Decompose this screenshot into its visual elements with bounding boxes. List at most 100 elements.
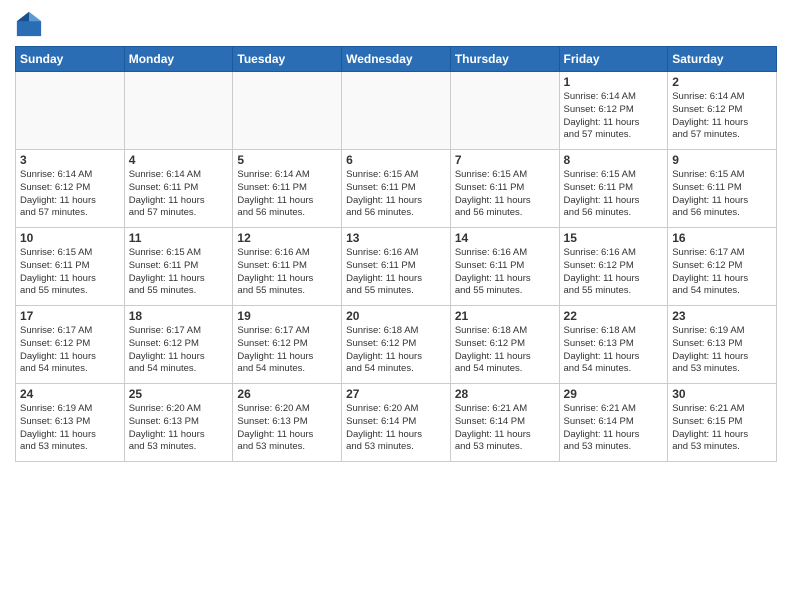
- calendar-cell: 24 Sunrise: 6:19 AM Sunset: 6:13 PM Dayli…: [16, 384, 125, 462]
- logo: [15, 10, 47, 38]
- calendar-cell: 30 Sunrise: 6:21 AM Sunset: 6:15 PM Dayli…: [668, 384, 777, 462]
- day-number: 18: [129, 309, 229, 323]
- day-info: Sunrise: 6:15 AM Sunset: 6:11 PM Dayligh…: [346, 169, 446, 220]
- day-number: 21: [455, 309, 555, 323]
- calendar-cell: 15 Sunrise: 6:16 AM Sunset: 6:12 PM Dayli…: [559, 228, 668, 306]
- calendar-cell: [450, 72, 559, 150]
- day-info: Sunrise: 6:14 AM Sunset: 6:12 PM Dayligh…: [672, 91, 772, 142]
- calendar-cell: 4 Sunrise: 6:14 AM Sunset: 6:11 PM Daylig…: [124, 150, 233, 228]
- calendar-cell: 13 Sunrise: 6:16 AM Sunset: 6:11 PM Dayli…: [342, 228, 451, 306]
- day-number: 2: [672, 75, 772, 89]
- logo-icon: [15, 10, 43, 38]
- calendar-cell: 10 Sunrise: 6:15 AM Sunset: 6:11 PM Dayli…: [16, 228, 125, 306]
- calendar-cell: [233, 72, 342, 150]
- col-header-sunday: Sunday: [16, 47, 125, 72]
- day-info: Sunrise: 6:15 AM Sunset: 6:11 PM Dayligh…: [455, 169, 555, 220]
- day-number: 17: [20, 309, 120, 323]
- col-header-wednesday: Wednesday: [342, 47, 451, 72]
- col-header-saturday: Saturday: [668, 47, 777, 72]
- day-number: 24: [20, 387, 120, 401]
- day-number: 12: [237, 231, 337, 245]
- day-info: Sunrise: 6:14 AM Sunset: 6:11 PM Dayligh…: [237, 169, 337, 220]
- day-number: 11: [129, 231, 229, 245]
- day-info: Sunrise: 6:20 AM Sunset: 6:14 PM Dayligh…: [346, 403, 446, 454]
- col-header-friday: Friday: [559, 47, 668, 72]
- day-number: 9: [672, 153, 772, 167]
- day-number: 27: [346, 387, 446, 401]
- calendar-cell: 6 Sunrise: 6:15 AM Sunset: 6:11 PM Daylig…: [342, 150, 451, 228]
- calendar-cell: 20 Sunrise: 6:18 AM Sunset: 6:12 PM Dayli…: [342, 306, 451, 384]
- day-info: Sunrise: 6:18 AM Sunset: 6:12 PM Dayligh…: [455, 325, 555, 376]
- calendar-cell: [124, 72, 233, 150]
- day-number: 19: [237, 309, 337, 323]
- day-number: 22: [564, 309, 664, 323]
- day-info: Sunrise: 6:17 AM Sunset: 6:12 PM Dayligh…: [20, 325, 120, 376]
- day-info: Sunrise: 6:17 AM Sunset: 6:12 PM Dayligh…: [129, 325, 229, 376]
- calendar-cell: 25 Sunrise: 6:20 AM Sunset: 6:13 PM Dayli…: [124, 384, 233, 462]
- day-info: Sunrise: 6:14 AM Sunset: 6:12 PM Dayligh…: [564, 91, 664, 142]
- calendar-cell: 16 Sunrise: 6:17 AM Sunset: 6:12 PM Dayli…: [668, 228, 777, 306]
- day-info: Sunrise: 6:15 AM Sunset: 6:11 PM Dayligh…: [564, 169, 664, 220]
- day-number: 6: [346, 153, 446, 167]
- day-info: Sunrise: 6:18 AM Sunset: 6:13 PM Dayligh…: [564, 325, 664, 376]
- col-header-thursday: Thursday: [450, 47, 559, 72]
- calendar: SundayMondayTuesdayWednesdayThursdayFrid…: [15, 46, 777, 462]
- day-number: 10: [20, 231, 120, 245]
- day-info: Sunrise: 6:19 AM Sunset: 6:13 PM Dayligh…: [20, 403, 120, 454]
- day-number: 4: [129, 153, 229, 167]
- day-info: Sunrise: 6:16 AM Sunset: 6:11 PM Dayligh…: [346, 247, 446, 298]
- calendar-cell: 7Sunrise: 6:15 AM Sunset: 6:11 PM Daylig…: [450, 150, 559, 228]
- day-info: Sunrise: 6:21 AM Sunset: 6:14 PM Dayligh…: [564, 403, 664, 454]
- day-info: Sunrise: 6:14 AM Sunset: 6:11 PM Dayligh…: [129, 169, 229, 220]
- calendar-cell: 5 Sunrise: 6:14 AM Sunset: 6:11 PM Daylig…: [233, 150, 342, 228]
- calendar-cell: 18 Sunrise: 6:17 AM Sunset: 6:12 PM Dayli…: [124, 306, 233, 384]
- calendar-cell: 23 Sunrise: 6:19 AM Sunset: 6:13 PM Dayli…: [668, 306, 777, 384]
- day-info: Sunrise: 6:15 AM Sunset: 6:11 PM Dayligh…: [672, 169, 772, 220]
- day-number: 30: [672, 387, 772, 401]
- day-number: 16: [672, 231, 772, 245]
- day-info: Sunrise: 6:16 AM Sunset: 6:11 PM Dayligh…: [237, 247, 337, 298]
- calendar-week-3: 17 Sunrise: 6:17 AM Sunset: 6:12 PM Dayli…: [16, 306, 777, 384]
- day-info: Sunrise: 6:15 AM Sunset: 6:11 PM Dayligh…: [20, 247, 120, 298]
- day-number: 13: [346, 231, 446, 245]
- day-number: 15: [564, 231, 664, 245]
- day-number: 5: [237, 153, 337, 167]
- day-number: 14: [455, 231, 555, 245]
- calendar-cell: 19Sunrise: 6:17 AM Sunset: 6:12 PM Dayli…: [233, 306, 342, 384]
- day-number: 26: [237, 387, 337, 401]
- calendar-cell: 3Sunrise: 6:14 AM Sunset: 6:12 PM Daylig…: [16, 150, 125, 228]
- calendar-cell: 14 Sunrise: 6:16 AM Sunset: 6:11 PM Dayli…: [450, 228, 559, 306]
- day-info: Sunrise: 6:20 AM Sunset: 6:13 PM Dayligh…: [237, 403, 337, 454]
- day-info: Sunrise: 6:21 AM Sunset: 6:15 PM Dayligh…: [672, 403, 772, 454]
- calendar-cell: 26 Sunrise: 6:20 AM Sunset: 6:13 PM Dayli…: [233, 384, 342, 462]
- calendar-cell: 29 Sunrise: 6:21 AM Sunset: 6:14 PM Dayli…: [559, 384, 668, 462]
- calendar-cell: 12 Sunrise: 6:16 AM Sunset: 6:11 PM Dayli…: [233, 228, 342, 306]
- calendar-week-0: 1 Sunrise: 6:14 AM Sunset: 6:12 PM Daylig…: [16, 72, 777, 150]
- day-info: Sunrise: 6:16 AM Sunset: 6:11 PM Dayligh…: [455, 247, 555, 298]
- day-info: Sunrise: 6:20 AM Sunset: 6:13 PM Dayligh…: [129, 403, 229, 454]
- calendar-week-4: 24 Sunrise: 6:19 AM Sunset: 6:13 PM Dayli…: [16, 384, 777, 462]
- calendar-cell: 21 Sunrise: 6:18 AM Sunset: 6:12 PM Dayli…: [450, 306, 559, 384]
- calendar-cell: [342, 72, 451, 150]
- page: SundayMondayTuesdayWednesdayThursdayFrid…: [0, 0, 792, 612]
- calendar-week-2: 10 Sunrise: 6:15 AM Sunset: 6:11 PM Dayli…: [16, 228, 777, 306]
- day-number: 20: [346, 309, 446, 323]
- day-info: Sunrise: 6:16 AM Sunset: 6:12 PM Dayligh…: [564, 247, 664, 298]
- col-header-tuesday: Tuesday: [233, 47, 342, 72]
- day-number: 23: [672, 309, 772, 323]
- day-info: Sunrise: 6:18 AM Sunset: 6:12 PM Dayligh…: [346, 325, 446, 376]
- calendar-cell: 9 Sunrise: 6:15 AM Sunset: 6:11 PM Daylig…: [668, 150, 777, 228]
- calendar-cell: 17 Sunrise: 6:17 AM Sunset: 6:12 PM Dayli…: [16, 306, 125, 384]
- col-header-monday: Monday: [124, 47, 233, 72]
- day-info: Sunrise: 6:19 AM Sunset: 6:13 PM Dayligh…: [672, 325, 772, 376]
- day-number: 1: [564, 75, 664, 89]
- calendar-cell: 22 Sunrise: 6:18 AM Sunset: 6:13 PM Dayli…: [559, 306, 668, 384]
- calendar-cell: 2 Sunrise: 6:14 AM Sunset: 6:12 PM Daylig…: [668, 72, 777, 150]
- day-number: 25: [129, 387, 229, 401]
- calendar-cell: 1 Sunrise: 6:14 AM Sunset: 6:12 PM Daylig…: [559, 72, 668, 150]
- calendar-cell: [16, 72, 125, 150]
- day-info: Sunrise: 6:17 AM Sunset: 6:12 PM Dayligh…: [672, 247, 772, 298]
- day-number: 29: [564, 387, 664, 401]
- day-number: 8: [564, 153, 664, 167]
- calendar-cell: 27 Sunrise: 6:20 AM Sunset: 6:14 PM Dayli…: [342, 384, 451, 462]
